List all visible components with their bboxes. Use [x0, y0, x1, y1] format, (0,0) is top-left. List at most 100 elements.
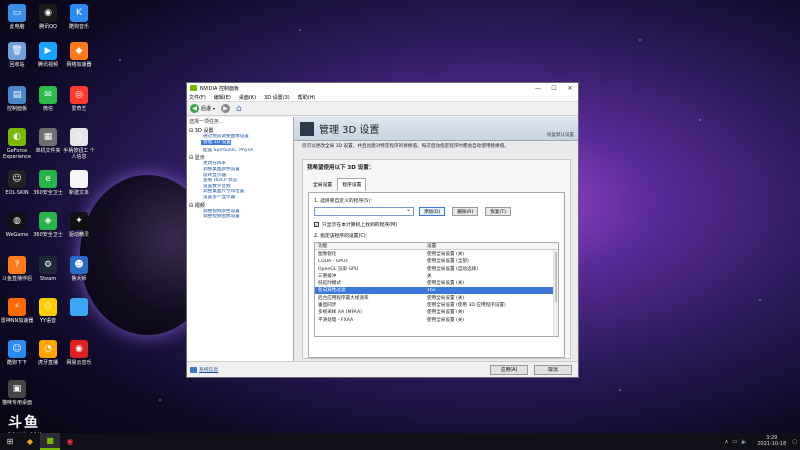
desktop-icon[interactable]: ? 斗鱼直播伴侣 [0, 256, 34, 282]
desktop-icon[interactable]: 🗑 回收站 [0, 42, 34, 68]
table-row[interactable]: 多帧采样 AA (MFAA) 使用全局设置 (关) [315, 309, 558, 316]
taskbar-app-3[interactable]: ◉ [60, 433, 80, 450]
desktop-icon[interactable]: ⚇ YY语音 [31, 298, 65, 324]
restore-button[interactable]: 恢复(T) [485, 207, 511, 216]
desktop-icon[interactable]: ◉ 网易云音乐 [62, 340, 96, 366]
menu-item[interactable]: 3D 设置(3) [264, 94, 290, 101]
column-header[interactable]: 设置 [427, 243, 558, 249]
column-header[interactable]: 功能 [315, 243, 427, 249]
desktop-icon[interactable]: ◆ 网络加速器 [62, 42, 96, 68]
close-button[interactable]: ✕ [562, 83, 578, 93]
back-button[interactable]: ◀ 后退 ▾ [190, 104, 215, 113]
desktop-icon[interactable]: ▣ 猫咪专用桌面 [0, 380, 34, 406]
settings-tab[interactable]: 程序设置 [337, 178, 367, 191]
show-only-found-checkbox[interactable]: ✓ 只显示在本计算机上找到的程序(M) [314, 221, 559, 228]
settings-tabs: 全局设置 程序设置 [303, 178, 570, 191]
table-row[interactable]: 垂直同步 使用全局设置 (使用 3D 应用程序设置) [315, 301, 558, 308]
table-row[interactable]: 三重缓冲 关 [315, 272, 558, 279]
desktop-icon-label: 斗鱼直播伴侣 [1, 276, 32, 282]
feature-cell: 后台应用程序最大帧速率 [318, 295, 369, 301]
network-icon[interactable]: ▭ [732, 439, 737, 445]
app-icon: ▦ [39, 128, 57, 146]
menu-item[interactable]: 编辑(E) [214, 94, 231, 101]
app-icon: ◆ [70, 42, 88, 60]
menu-item[interactable]: 桌面(K) [239, 94, 256, 101]
restore-defaults-link[interactable]: 恢复默认设置 [547, 132, 574, 138]
desktop-icon-label: 虎牙直播 [37, 360, 58, 366]
desktop-icon[interactable]: ◎ 爱奇艺 [62, 86, 96, 112]
desktop-icon[interactable]: ▭ 此电脑 [0, 4, 34, 30]
setting-cell: 使用全局设置 (关) [427, 251, 465, 257]
desktop-icon[interactable]: ◈ 360安全卫士 [31, 212, 65, 238]
desktop-icon[interactable]: ▯ 新建文本 [62, 170, 96, 196]
desktop-icon[interactable]: ▦ 单机文件夹 [31, 128, 65, 154]
setting-cell: 使用全局设置 (使用 3D 应用程序设置) [427, 303, 506, 309]
desktop-icon[interactable]: ☺ EOL·SKIN [0, 170, 34, 196]
settings-tab[interactable]: 全局设置 [308, 178, 337, 191]
desktop-icon[interactable]: ✉ 微信 [31, 86, 65, 112]
minimize-button[interactable]: — [530, 83, 546, 93]
desktop-icon[interactable]: ◍ WeGame [0, 212, 34, 238]
forward-button[interactable]: ▶ [221, 104, 231, 113]
menu-item[interactable]: 帮助(H) [298, 94, 316, 101]
tree-group[interactable]: ⊟ 3D 设置 [189, 127, 291, 134]
remove-button[interactable]: 删除(R) [452, 207, 479, 216]
taskbar-app-1[interactable]: ◆ [20, 433, 40, 450]
3d-settings-icon [300, 121, 314, 136]
desktop-icon[interactable] [62, 298, 96, 318]
tree-item[interactable]: 设置多个显示器 [189, 195, 291, 201]
desktop-icon-label: 此电脑 [9, 24, 25, 30]
apply-button[interactable]: 应用(A) [490, 364, 528, 375]
desktop-icon-label: 驱动精灵 [68, 232, 89, 238]
home-button[interactable]: ⌂ [236, 104, 242, 114]
start-button[interactable]: ⊞ [0, 433, 20, 450]
desktop-icon[interactable]: ▤ 控制面板 [0, 86, 34, 112]
desktop-icon[interactable]: ◐ GeForce Experience [0, 128, 34, 160]
desktop-icon[interactable]: e 360安全卫士 [31, 170, 65, 196]
tree-item[interactable]: 配置 Surround、PhysX [189, 148, 291, 154]
add-button[interactable]: 添加(D) [419, 207, 446, 216]
feature-cell: 图像锐化 [318, 251, 337, 257]
tray-chevron-icon[interactable]: ∧ [725, 439, 729, 445]
tree-item[interactable]: 管理 3D 设置 [189, 139, 291, 148]
notifications-icon[interactable]: ▢ [792, 439, 797, 445]
desktop-icon[interactable]: ▶ 腾讯视频 [31, 42, 65, 68]
desktop-icon[interactable]: ◔ 虎牙直播 [31, 340, 65, 366]
desktop-icon[interactable]: ☻ 鲁大师 [62, 256, 96, 282]
app-icon: ✦ [70, 212, 88, 230]
table-row[interactable]: 图像锐化 使用全局设置 (关) [315, 250, 558, 257]
program-select[interactable] [314, 206, 414, 216]
table-row[interactable]: 低延时模式 使用全局设置 (关) [315, 279, 558, 286]
table-row[interactable]: 各向异性过滤 16x [315, 286, 558, 295]
system-info-link[interactable]: 系统信息 [190, 366, 218, 373]
app-icon: K [70, 4, 88, 22]
desktop-icon-label: 腾讯视频 [37, 62, 58, 68]
maximize-button[interactable]: ☐ [546, 83, 562, 93]
table-scrollbar[interactable] [553, 250, 558, 336]
clock[interactable]: 3:29 2021-10-18 [757, 435, 787, 447]
desktop-icon[interactable]: ✦ 驱动精灵 [62, 212, 96, 238]
table-row[interactable]: 后台应用程序最大帧速率 使用全局设置 (关) [315, 294, 558, 301]
desktop-icon-label: 酷狗下下 [6, 360, 27, 366]
tree-group[interactable]: ⊟ 视频 [189, 202, 291, 209]
table-row[interactable]: 平滑处理 - FXAA 使用全局设置 (关) [315, 316, 558, 323]
desktop-icon[interactable]: ☺ 酷狗下下 [0, 340, 34, 366]
tree-item[interactable]: 调整视频图像设置 [189, 214, 291, 220]
taskbar-nvidia[interactable]: ■ [40, 433, 60, 450]
desktop-icon[interactable]: ⚙ Steam [31, 256, 65, 282]
feature-cell: 各向异性过滤 [318, 288, 346, 294]
table-row[interactable]: OpenGL 渲染 GPU 使用全局设置 (自动选择) [315, 265, 558, 272]
desktop-icon[interactable]: K 酷狗音乐 [62, 4, 96, 30]
window-title: NVIDIA 控制面板 [200, 85, 239, 92]
desktop-icon[interactable]: ◉ 腾讯QQ [31, 4, 65, 30]
cancel-button[interactable]: 取消 [534, 364, 572, 375]
menu-item[interactable]: 文件(F) [189, 94, 206, 101]
volume-icon[interactable]: 🔈 [741, 439, 747, 445]
desktop-icon[interactable]: ⚡ 雷神NN加速器 [0, 298, 34, 324]
clock-date: 2021-10-18 [757, 440, 787, 447]
setting-cell: 使用全局设置 (关) [427, 317, 465, 323]
tree-group[interactable]: ⊟ 显示 [189, 154, 291, 161]
table-row[interactable]: CUDA - GPUs 使用全局设置 (全部) [315, 258, 558, 265]
title-bar[interactable]: NVIDIA 控制面板 — ☐ ✕ [187, 83, 578, 93]
desktop-icon[interactable]: ▯ 手柄按钮工 个人信息 [62, 128, 96, 160]
